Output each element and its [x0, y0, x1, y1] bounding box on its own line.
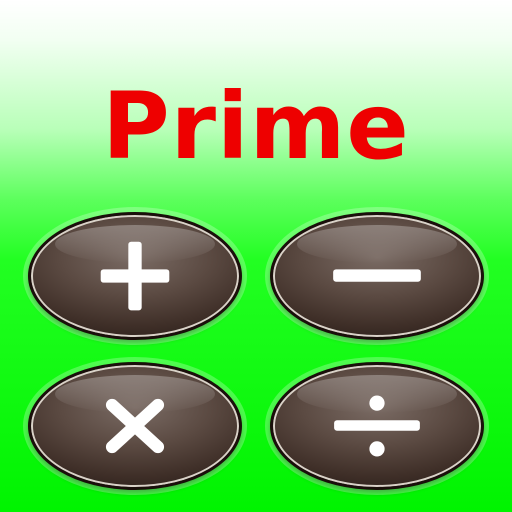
divide-button[interactable] — [270, 362, 484, 490]
minus-icon — [333, 269, 421, 282]
multiply-button[interactable] — [28, 362, 242, 490]
subtract-button[interactable] — [270, 212, 484, 340]
add-button[interactable] — [28, 212, 242, 340]
multiply-icon — [105, 398, 165, 454]
divide-icon — [334, 395, 420, 457]
plus-icon — [100, 241, 170, 311]
app-title: Prime — [102, 73, 410, 180]
